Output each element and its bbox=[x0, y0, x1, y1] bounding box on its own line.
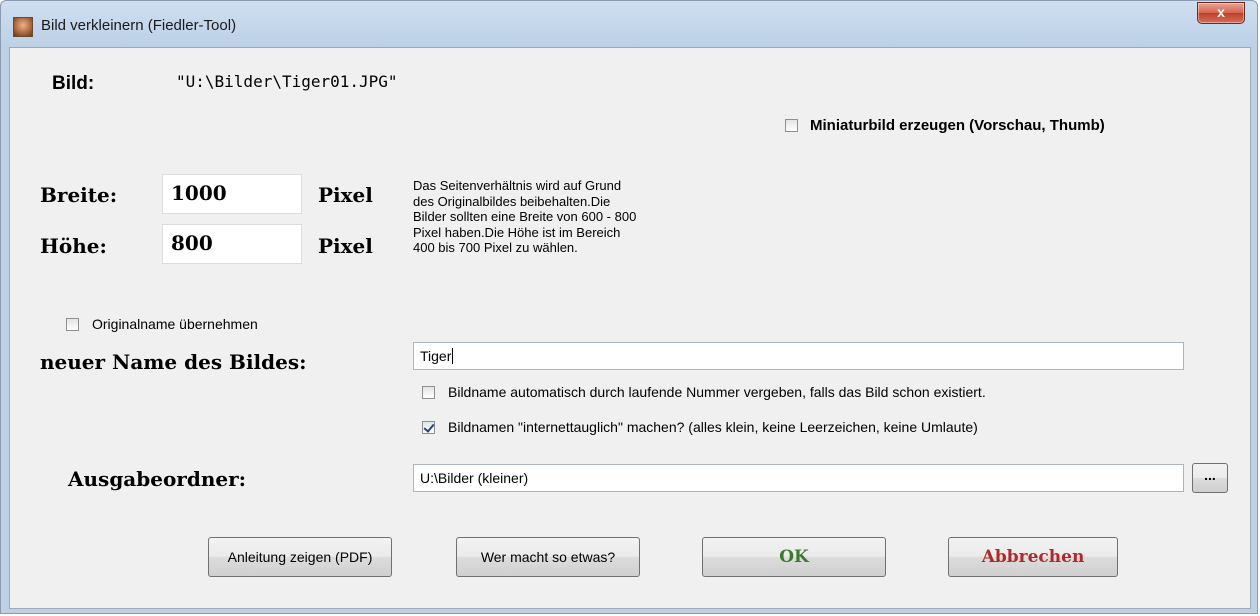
auto-number-checkbox[interactable] bbox=[422, 386, 435, 399]
width-input[interactable]: 1000 bbox=[162, 174, 302, 214]
thumbnail-label: Miniaturbild erzeugen (Vorschau, Thumb) bbox=[810, 117, 1105, 134]
web-safe-name-checkbox[interactable] bbox=[422, 421, 435, 434]
width-label: Breite: bbox=[40, 183, 118, 207]
about-button[interactable]: Wer macht so etwas? bbox=[456, 537, 640, 577]
height-label: Höhe: bbox=[40, 234, 107, 258]
close-button[interactable]: x bbox=[1197, 2, 1245, 24]
info-line: des Originalbildes beibehalten.Die bbox=[413, 193, 611, 209]
output-folder-label: Ausgabeordner: bbox=[68, 467, 247, 491]
dialog-window: Bild verkleinern (Fiedler-Tool) x bbox=[0, 0, 1258, 614]
browse-folder-button[interactable]: ... bbox=[1192, 463, 1228, 493]
window-title: Bild verkleinern (Fiedler-Tool) bbox=[41, 17, 237, 34]
info-line: Das Seitenverhältnis wird auf Grund bbox=[413, 178, 622, 193]
width-unit: Pixel bbox=[318, 183, 373, 207]
keep-original-name-label: Originalname übernehmen bbox=[92, 316, 258, 332]
info-line: Bilder sollten eine Breite von 600 - 800 bbox=[413, 209, 637, 224]
height-input[interactable]: 800 bbox=[162, 224, 302, 264]
cancel-button[interactable]: Abbrechen bbox=[948, 537, 1118, 577]
new-name-input[interactable]: Tiger bbox=[413, 342, 1184, 370]
new-name-value: Tiger bbox=[420, 348, 452, 364]
keep-original-name-checkbox[interactable] bbox=[66, 318, 79, 331]
height-unit: Pixel bbox=[318, 234, 373, 258]
thumbnail-checkbox[interactable] bbox=[785, 119, 798, 132]
ok-button[interactable]: OK bbox=[702, 537, 886, 577]
image-label: Bild: bbox=[52, 73, 95, 94]
info-line: 400 bis 700 Pixel zu wählen. bbox=[413, 240, 578, 255]
new-name-label: neuer Name des Bildes: bbox=[40, 350, 307, 374]
image-path: "U:\Bilder\Tiger01.JPG" bbox=[176, 72, 398, 91]
app-icon bbox=[13, 17, 33, 37]
text-caret bbox=[452, 348, 454, 364]
show-manual-button[interactable]: Anleitung zeigen (PDF) bbox=[208, 537, 392, 577]
web-safe-name-label: Bildnamen "internettauglich" machen? (al… bbox=[448, 419, 978, 435]
output-folder-input[interactable]: U:\Bilder (kleiner) bbox=[413, 464, 1184, 492]
aspect-ratio-info: Das Seitenverhältnis wird auf Grund des … bbox=[413, 178, 733, 256]
title-bar: Bild verkleinern (Fiedler-Tool) x bbox=[1, 1, 1257, 41]
info-line: Pixel haben.Die Höhe ist im Bereich bbox=[413, 224, 621, 240]
auto-number-label: Bildname automatisch durch laufende Numm… bbox=[448, 384, 986, 400]
